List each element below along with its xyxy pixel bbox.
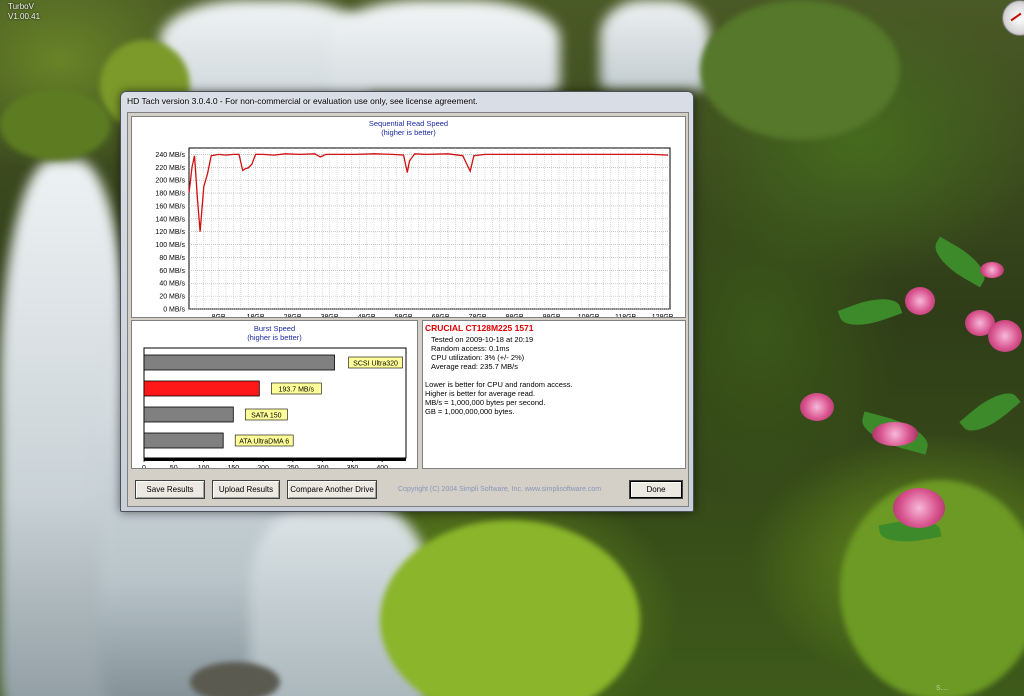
note-gb-definition: GB = 1,000,000,000 bytes. bbox=[425, 407, 515, 416]
y-tick-label: 200 MB/s bbox=[155, 178, 185, 185]
compare-another-drive-button[interactable]: Compare Another Drive bbox=[287, 480, 377, 499]
x-tick-label: 28GB bbox=[284, 314, 302, 317]
burst-x-tick-label: 100 bbox=[198, 465, 210, 468]
y-tick-label: 20 MB/s bbox=[159, 294, 185, 301]
burst-x-tick-label: 400 bbox=[376, 465, 388, 468]
x-tick-label: 58GB bbox=[395, 314, 413, 317]
y-tick-label: 100 MB/s bbox=[155, 242, 185, 249]
burst-bar-label: 193.7 MB/s bbox=[279, 387, 315, 394]
hdtach-window: HD Tach version 3.0.4.0 - For non-commer… bbox=[120, 91, 694, 512]
info-random-access: Random access: 0.1ms bbox=[431, 344, 510, 353]
save-results-button[interactable]: Save Results bbox=[135, 480, 205, 499]
burst-x-tick-label: 150 bbox=[227, 465, 239, 468]
turbov-gadget-label: TurboV V1.00.41 bbox=[8, 2, 40, 22]
drive-info-panel: CRUCIAL CT128M225 1571 Tested on 2009-10… bbox=[422, 320, 686, 469]
burst-bar-label: SCSI Ultra320 bbox=[353, 361, 398, 368]
burst-bar bbox=[143, 380, 260, 397]
burst-x-tick-label: 350 bbox=[347, 465, 359, 468]
x-tick-label: 68GB bbox=[432, 314, 450, 317]
burst-x-tick-label: 0 bbox=[142, 465, 146, 468]
x-tick-label: 88GB bbox=[506, 314, 524, 317]
y-tick-label: 220 MB/s bbox=[155, 165, 185, 172]
burst-bar bbox=[143, 354, 335, 371]
burst-speed-chart: SCSI Ultra320 193.7 MB/s SATA 150 ATA Ultra… bbox=[142, 347, 407, 468]
done-button[interactable]: Done bbox=[629, 480, 683, 499]
x-tick-label: 98GB bbox=[543, 314, 561, 317]
y-tick-label: 240 MB/s bbox=[155, 152, 185, 159]
info-cpu-utilization: CPU utilization: 3% (+/- 2%) bbox=[431, 353, 525, 362]
y-tick-label: 0 MB/s bbox=[163, 307, 185, 314]
y-tick-label: 40 MB/s bbox=[159, 281, 185, 288]
y-tick-label: 60 MB/s bbox=[159, 268, 185, 275]
burst-bar-label: SATA 150 bbox=[251, 413, 282, 420]
x-tick-label: 128GB bbox=[652, 314, 674, 317]
x-tick-label: 48GB bbox=[358, 314, 376, 317]
sequential-read-chart: 0 MB/s 20 MB/s 40 MB/s 60 MB/s 80 MB/s 100 MB… bbox=[155, 147, 674, 317]
burst-bar-label: ATA UltraDMA 6 bbox=[239, 439, 289, 446]
turbov-name: TurboV bbox=[8, 2, 34, 11]
burst-x-tick-label: 300 bbox=[317, 465, 329, 468]
window-client-area: Sequential Read Speed (higher is better)… bbox=[127, 112, 689, 507]
turbov-version: V1.00.41 bbox=[8, 12, 41, 21]
x-tick-label: 108GB bbox=[578, 314, 600, 317]
sequential-read-panel: Sequential Read Speed (higher is better)… bbox=[131, 116, 686, 318]
x-tick-label: 38GB bbox=[321, 314, 339, 317]
plot-area bbox=[188, 147, 671, 310]
info-tested-on: Tested on 2009-10-18 at 20:19 bbox=[431, 335, 534, 344]
y-tick-label: 80 MB/s bbox=[159, 255, 185, 262]
upload-results-button[interactable]: Upload Results bbox=[212, 480, 280, 499]
y-tick-label: 140 MB/s bbox=[155, 216, 185, 223]
burst-speed-panel: Burst Speed (higher is better) SCSI Ultr… bbox=[131, 320, 418, 469]
x-tick-label: 118GB bbox=[615, 314, 637, 317]
note-higher-better: Higher is better for average read. bbox=[425, 389, 536, 398]
y-tick-label: 120 MB/s bbox=[155, 229, 185, 236]
burst-x-tick-label: 50 bbox=[170, 465, 178, 468]
x-tick-label: 18GB bbox=[247, 314, 265, 317]
y-tick-label: 160 MB/s bbox=[155, 203, 185, 210]
window-title: HD Tach version 3.0.4.0 - For non-commer… bbox=[127, 96, 478, 106]
burst-x-tick-label: 200 bbox=[257, 465, 269, 468]
x-tick-label: 78GB bbox=[469, 314, 487, 317]
window-titlebar[interactable]: HD Tach version 3.0.4.0 - For non-commer… bbox=[121, 92, 693, 110]
info-average-read: Average read: 235.7 MB/s bbox=[431, 362, 518, 371]
burst-bar bbox=[143, 432, 224, 449]
copyright-text: Copyright (C) 2004 Simpli Software, Inc.… bbox=[398, 486, 602, 493]
note-lower-better: Lower is better for CPU and random acces… bbox=[425, 380, 573, 389]
note-mbs-definition: MB/s = 1,000,000 bytes per second. bbox=[425, 398, 546, 407]
watermark: s... bbox=[936, 682, 949, 692]
burst-x-tick-label: 250 bbox=[287, 465, 299, 468]
burst-bar bbox=[143, 406, 234, 423]
x-tick-label: 8GB bbox=[212, 314, 226, 317]
drive-name: CRUCIAL CT128M225 1571 bbox=[425, 323, 534, 333]
y-tick-label: 180 MB/s bbox=[155, 191, 185, 198]
